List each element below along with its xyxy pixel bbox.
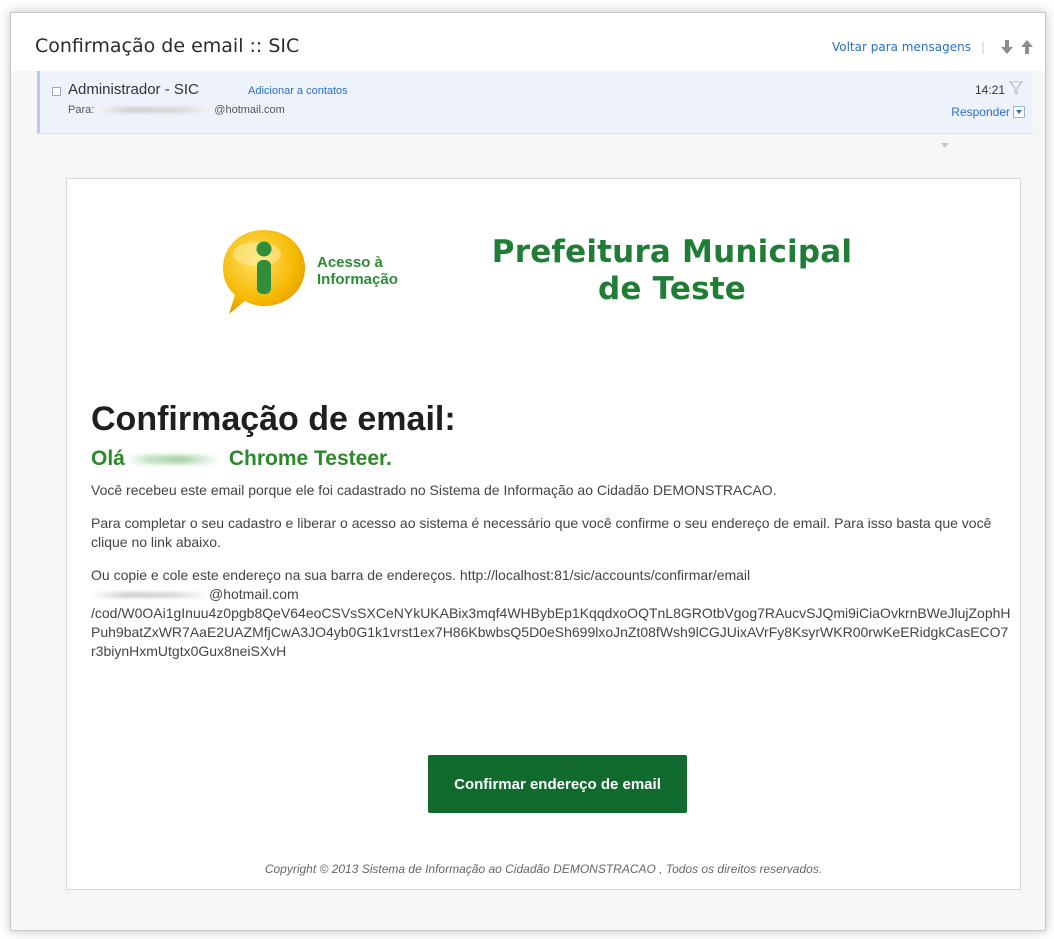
recipient-line: Para: @hotmail.com [68,104,285,116]
reply-dropdown-icon[interactable] [1013,106,1025,118]
copyright-footer: Copyright © 2013 Sistema de Informação a… [264,862,823,876]
link-intro-text[interactable]: Ou copie e cole este endereço na sua bar… [91,567,750,583]
email-content: Confirmação de email: Olá Chrome Testeer… [91,399,1011,661]
add-to-contacts-link[interactable]: Adicionar a contatos [248,85,348,97]
email-heading: Confirmação de email: [91,400,456,438]
link-email-suffix[interactable]: @hotmail.com [209,586,299,602]
intro-paragraph: Você recebeu este email porque ele foi c… [91,482,777,498]
back-to-messages-link[interactable]: Voltar para mensagens [832,40,971,54]
message-topbar: Confirmação de email :: SIC Voltar para … [11,13,1045,71]
confirm-button-wrapper: Confirmar endereço de email [428,755,687,813]
confirmation-link-paragraph: Ou copie e cole este endereço na sua bar… [91,566,1011,661]
redacted-name [126,454,219,464]
email-subject: Confirmação de email :: SIC [35,35,300,57]
sender-name: Administrador - SIC [68,81,199,98]
instructions-paragraph: Para completar o seu cadastro e liberar … [91,515,992,550]
email-window: Confirmação de email :: SIC Voltar para … [10,12,1046,931]
previous-message-up-arrow-icon[interactable] [1019,39,1035,55]
greeting: Olá Chrome Testeer. [91,447,1011,471]
recipient-label: Para: [68,104,95,116]
separator: | [980,40,985,54]
greeting-name: Chrome Testeer. [228,447,392,470]
logo-text-line2: Informação [317,271,398,288]
info-bubble-icon [223,230,305,314]
redacted-email-part [91,592,209,599]
collapse-toggle[interactable] [52,87,61,96]
redacted-recipient [96,107,215,113]
next-message-down-arrow-icon[interactable] [999,39,1015,55]
reply-button[interactable]: Responder [951,105,1025,119]
organization-name: Prefeitura Municipal de Teste [442,234,902,308]
logo-text: Acesso à Informação [317,254,437,288]
org-name-line2: de Teste [598,271,746,307]
confirmation-token-link[interactable]: /cod/W0OAi1gInuu4z0pgb8QeV64eoCSVsSXCeNY… [91,605,1011,659]
message-time: 14:21 [974,83,1005,97]
recipient-email-suffix: @hotmail.com [214,104,285,116]
reply-label: Responder [951,105,1010,119]
email-body: Acesso à Informação Prefeitura Municipal… [66,178,1021,890]
logo-text-line1: Acesso à [317,254,383,271]
top-actions: Voltar para mensagens | [832,39,1035,55]
confirm-email-button[interactable]: Confirmar endereço de email [428,755,687,813]
org-name-line1: Prefeitura Municipal [491,234,853,270]
message-header: Administrador - SIC Adicionar a contatos… [37,71,1033,134]
expand-caret-icon[interactable] [941,143,949,148]
greeting-start: Olá [91,447,125,470]
flag-icon[interactable] [1009,81,1023,95]
acesso-informacao-logo: Acesso à Informação [217,224,427,319]
